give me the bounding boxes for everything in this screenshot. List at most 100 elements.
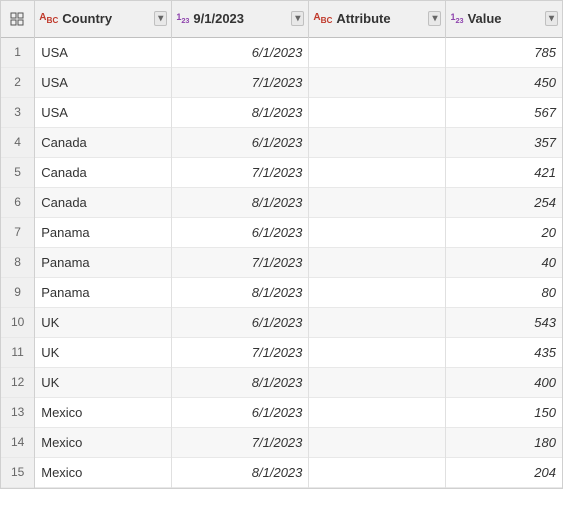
cell-country: USA bbox=[35, 67, 172, 97]
cell-country: UK bbox=[35, 367, 172, 397]
cell-attribute bbox=[309, 457, 446, 487]
attribute-header[interactable]: ABC Attribute ▾ bbox=[309, 1, 446, 37]
grid-icon bbox=[10, 12, 24, 26]
cell-attribute bbox=[309, 127, 446, 157]
cell-date: 6/1/2023 bbox=[172, 307, 309, 337]
cell-country: USA bbox=[35, 97, 172, 127]
cell-date: 8/1/2023 bbox=[172, 187, 309, 217]
table-row: 2USA7/1/2023450 bbox=[1, 67, 562, 97]
text-type-icon-attr: ABC bbox=[313, 12, 332, 25]
cell-date: 7/1/2023 bbox=[172, 247, 309, 277]
cell-value: 400 bbox=[446, 367, 562, 397]
cell-country: Canada bbox=[35, 187, 172, 217]
table-row: 12UK8/1/2023 400 bbox=[1, 367, 562, 397]
table-row: 10UK6/1/2023543 bbox=[1, 307, 562, 337]
cell-attribute bbox=[309, 157, 446, 187]
date-header[interactable]: 123 9/1/2023 ▾ bbox=[172, 1, 309, 37]
cell-value: 20 bbox=[446, 217, 562, 247]
cell-country: Canada bbox=[35, 157, 172, 187]
country-header-label: Country bbox=[62, 11, 112, 26]
row-index: 8 bbox=[1, 247, 35, 277]
row-index: 14 bbox=[1, 427, 35, 457]
cell-date: 7/1/2023 bbox=[172, 337, 309, 367]
cell-country: UK bbox=[35, 307, 172, 337]
cell-country: Canada bbox=[35, 127, 172, 157]
cell-value: 567 bbox=[446, 97, 562, 127]
cell-attribute bbox=[309, 187, 446, 217]
index-header bbox=[1, 1, 35, 37]
cell-attribute bbox=[309, 277, 446, 307]
cell-country: Panama bbox=[35, 217, 172, 247]
cell-date: 6/1/2023 bbox=[172, 397, 309, 427]
row-index: 2 bbox=[1, 67, 35, 97]
row-index: 1 bbox=[1, 37, 35, 67]
cell-country: USA bbox=[35, 37, 172, 67]
cell-date: 8/1/2023 bbox=[172, 457, 309, 487]
cell-value: 254 bbox=[446, 187, 562, 217]
cell-country: Panama bbox=[35, 277, 172, 307]
cell-value: 421 bbox=[446, 157, 562, 187]
cell-country: Mexico bbox=[35, 397, 172, 427]
cell-value: 357 bbox=[446, 127, 562, 157]
table-row: 3USA8/1/2023 567 bbox=[1, 97, 562, 127]
cell-value: 80 bbox=[446, 277, 562, 307]
table-row: 4Canada6/1/2023 357 bbox=[1, 127, 562, 157]
cell-attribute bbox=[309, 307, 446, 337]
row-index: 4 bbox=[1, 127, 35, 157]
country-header[interactable]: ABC Country ▾ bbox=[35, 1, 172, 37]
cell-attribute bbox=[309, 217, 446, 247]
cell-attribute bbox=[309, 427, 446, 457]
cell-country: Mexico bbox=[35, 427, 172, 457]
cell-value: 40 bbox=[446, 247, 562, 277]
text-type-icon: ABC bbox=[39, 12, 58, 25]
value-dropdown[interactable]: ▾ bbox=[545, 11, 558, 26]
row-index: 10 bbox=[1, 307, 35, 337]
cell-value: 150 bbox=[446, 397, 562, 427]
cell-date: 6/1/2023 bbox=[172, 127, 309, 157]
attribute-dropdown[interactable]: ▾ bbox=[428, 11, 441, 26]
attribute-header-label: Attribute bbox=[336, 11, 390, 26]
num-type-icon-val: 123 bbox=[450, 12, 463, 25]
row-index: 12 bbox=[1, 367, 35, 397]
table-row: 13Mexico6/1/2023 150 bbox=[1, 397, 562, 427]
value-header[interactable]: 123 Value ▾ bbox=[446, 1, 562, 37]
row-index: 3 bbox=[1, 97, 35, 127]
row-index: 15 bbox=[1, 457, 35, 487]
row-index: 7 bbox=[1, 217, 35, 247]
cell-value: 435 bbox=[446, 337, 562, 367]
num-type-icon-date: 123 bbox=[176, 12, 189, 25]
row-index: 5 bbox=[1, 157, 35, 187]
table-row: 14Mexico7/1/2023 180 bbox=[1, 427, 562, 457]
date-header-label: 9/1/2023 bbox=[193, 11, 244, 26]
cell-date: 7/1/2023 bbox=[172, 427, 309, 457]
table-row: 15Mexico8/1/2023204 bbox=[1, 457, 562, 487]
cell-attribute bbox=[309, 67, 446, 97]
cell-attribute bbox=[309, 397, 446, 427]
table-row: 8Panama7/1/2023 40 bbox=[1, 247, 562, 277]
cell-date: 8/1/2023 bbox=[172, 97, 309, 127]
cell-attribute bbox=[309, 247, 446, 277]
date-dropdown[interactable]: ▾ bbox=[291, 11, 304, 26]
cell-value: 785 bbox=[446, 37, 562, 67]
value-header-label: Value bbox=[468, 11, 502, 26]
cell-date: 7/1/2023 bbox=[172, 67, 309, 97]
row-index: 6 bbox=[1, 187, 35, 217]
cell-date: 7/1/2023 bbox=[172, 157, 309, 187]
cell-date: 8/1/2023 bbox=[172, 277, 309, 307]
row-index: 9 bbox=[1, 277, 35, 307]
cell-country: Panama bbox=[35, 247, 172, 277]
cell-attribute bbox=[309, 367, 446, 397]
row-index: 13 bbox=[1, 397, 35, 427]
table-row: 11UK7/1/2023435 bbox=[1, 337, 562, 367]
table-row: 7Panama6/1/202320 bbox=[1, 217, 562, 247]
cell-attribute bbox=[309, 37, 446, 67]
cell-value: 180 bbox=[446, 427, 562, 457]
cell-attribute bbox=[309, 337, 446, 367]
table-row: 5Canada7/1/2023 421 bbox=[1, 157, 562, 187]
cell-value: 204 bbox=[446, 457, 562, 487]
row-index: 11 bbox=[1, 337, 35, 367]
country-dropdown[interactable]: ▾ bbox=[154, 11, 167, 26]
cell-date: 8/1/2023 bbox=[172, 367, 309, 397]
table-row: 6Canada8/1/2023 254 bbox=[1, 187, 562, 217]
data-table: ABC Country ▾ 123 9/1/2023 ▾ ABC Att bbox=[0, 0, 563, 489]
